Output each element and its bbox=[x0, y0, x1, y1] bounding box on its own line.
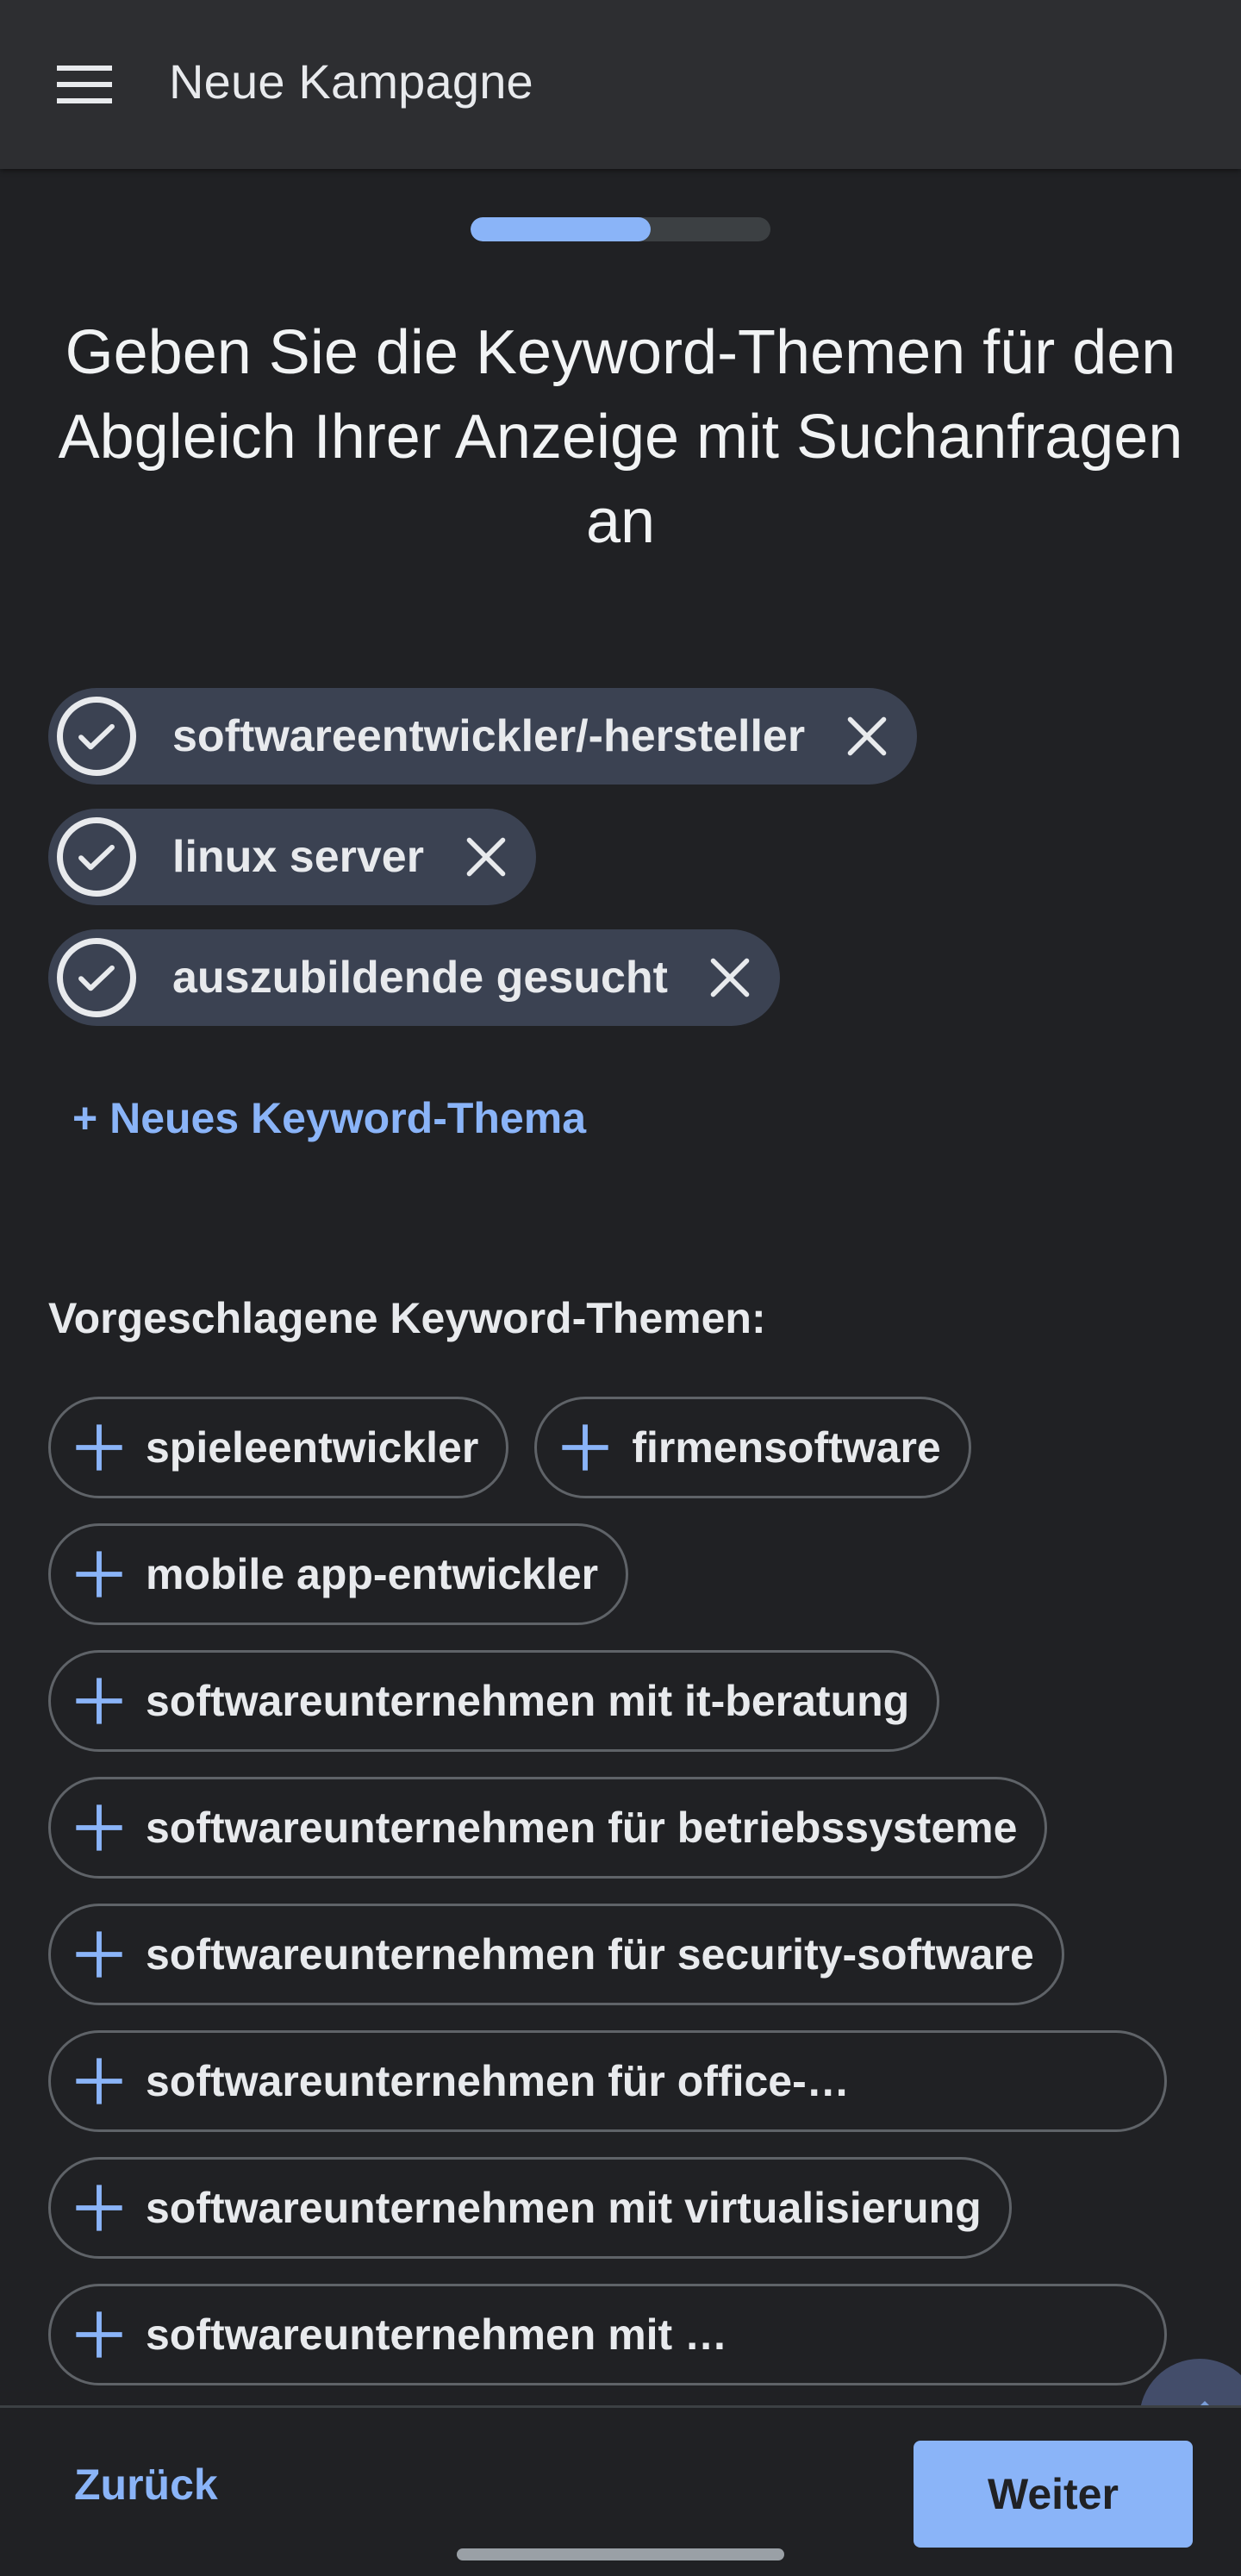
top-app-bar: Neue Kampagne bbox=[0, 0, 1241, 169]
add-keyword-theme-link[interactable]: + Neues Keyword-Thema bbox=[72, 1093, 586, 1143]
plus-icon bbox=[76, 1804, 122, 1851]
suggested-keyword-chip[interactable]: softwareunternehmen für security-softwar… bbox=[48, 1904, 1064, 2005]
plus-icon bbox=[76, 1678, 122, 1724]
selected-keyword-chip[interactable]: linux server bbox=[48, 809, 536, 905]
remove-keyword-close-icon[interactable] bbox=[704, 952, 756, 1004]
home-indicator[interactable] bbox=[457, 2548, 784, 2560]
suggested-keyword-label: softwareunternehmen mit virtualisierung bbox=[146, 2184, 982, 2232]
progress-bar bbox=[471, 217, 770, 241]
back-button[interactable]: Zurück bbox=[74, 2460, 218, 2510]
check-circle-icon bbox=[57, 817, 136, 897]
suggested-keyword-label: softwareunternehmen für security-softwar… bbox=[146, 1930, 1034, 1979]
suggested-keyword-label: softwareunternehmen für office-… bbox=[146, 2057, 850, 2105]
suggested-keyword-chip[interactable]: softwareunternehmen mit … bbox=[48, 2284, 1167, 2385]
selected-keyword-chip[interactable]: softwareentwickler/-hersteller bbox=[48, 688, 918, 785]
menu-button[interactable] bbox=[43, 52, 126, 117]
suggested-keyword-label: softwareunternehmen mit … bbox=[146, 2310, 728, 2359]
bottom-action-bar: Zurück Weiter bbox=[0, 2405, 1241, 2576]
selected-keyword-chip[interactable]: auszubildende gesucht bbox=[48, 929, 780, 1026]
progress-bar-fill bbox=[471, 217, 651, 241]
suggested-keyword-chip[interactable]: softwareunternehmen mit virtualisierung bbox=[48, 2157, 1012, 2259]
suggested-keywords-list: spieleentwickler firmensoftware mobile a… bbox=[48, 1397, 1169, 2410]
suggested-keyword-label: softwareunternehmen für betriebssysteme bbox=[146, 1804, 1018, 1852]
plus-icon bbox=[76, 1931, 122, 1978]
plus-icon bbox=[76, 2058, 122, 2104]
plus-icon bbox=[76, 2185, 122, 2231]
suggested-keyword-chip[interactable]: firmensoftware bbox=[534, 1397, 971, 1498]
suggested-keyword-label: spieleentwickler bbox=[146, 1423, 479, 1472]
suggested-keyword-chip[interactable]: mobile app-entwickler bbox=[48, 1523, 629, 1625]
plus-icon bbox=[562, 1424, 608, 1471]
suggested-keyword-chip[interactable]: spieleentwickler bbox=[48, 1397, 509, 1498]
selected-keyword-label: softwareentwickler/-hersteller bbox=[172, 711, 806, 761]
plus-icon bbox=[76, 1424, 122, 1471]
suggestions-heading: Vorgeschlagene Keyword-Themen: bbox=[48, 1294, 766, 1342]
suggested-keyword-label: mobile app-entwickler bbox=[146, 1550, 599, 1598]
check-circle-icon bbox=[57, 697, 136, 776]
suggested-keyword-label: firmensoftware bbox=[632, 1423, 941, 1472]
suggested-keyword-chip[interactable]: softwareunternehmen für betriebssysteme bbox=[48, 1777, 1048, 1879]
selected-keyword-label: linux server bbox=[172, 832, 424, 882]
remove-keyword-close-icon[interactable] bbox=[460, 831, 512, 883]
suggested-keyword-chip[interactable]: softwareunternehmen für office-… bbox=[48, 2030, 1167, 2132]
suggested-keyword-label: softwareunternehmen mit it-beratung bbox=[146, 1677, 910, 1725]
selected-keyword-label: auszubildende gesucht bbox=[172, 953, 668, 1003]
plus-icon bbox=[76, 1551, 122, 1597]
remove-keyword-close-icon[interactable] bbox=[841, 710, 893, 762]
check-circle-icon bbox=[57, 938, 136, 1017]
suggested-keyword-chip[interactable]: softwareunternehmen mit it-beratung bbox=[48, 1650, 940, 1752]
next-button[interactable]: Weiter bbox=[914, 2441, 1193, 2548]
plus-icon bbox=[76, 2311, 122, 2358]
hamburger-menu-icon bbox=[57, 66, 112, 103]
app-bar-title: Neue Kampagne bbox=[169, 54, 533, 109]
page-headline: Geben Sie die Keyword-Themen für den Abg… bbox=[58, 318, 1183, 556]
selected-keywords-list: softwareentwickler/-hersteller linux ser… bbox=[48, 688, 918, 1050]
